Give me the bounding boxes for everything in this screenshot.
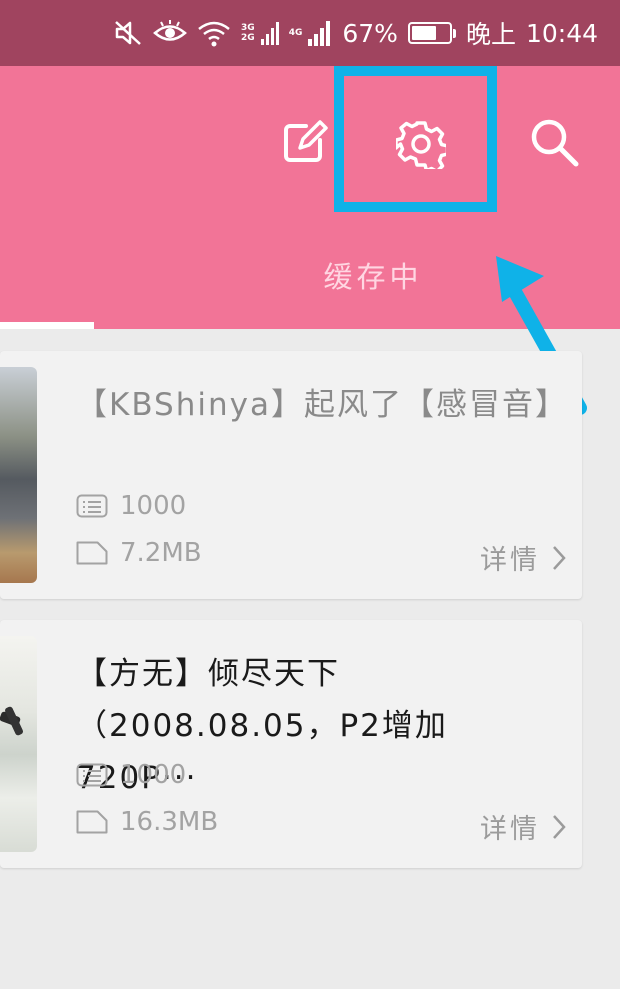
- video-thumbnail: [0, 367, 37, 583]
- item-size-row: 16.3MB: [76, 807, 218, 837]
- battery-percent: 67%: [342, 18, 398, 48]
- chevron-right-icon: [553, 814, 566, 839]
- mute-icon: [115, 21, 141, 45]
- file-icon: [76, 541, 108, 565]
- signal-3g-icon: [260, 22, 279, 45]
- search-icon: [531, 119, 579, 167]
- video-thumbnail: [0, 636, 37, 852]
- list-icon: [76, 763, 108, 787]
- status-bar: 3G 2G 4G 67% 晚上 10:44: [0, 0, 620, 66]
- detail-link[interactable]: 详情: [480, 538, 566, 577]
- list-item[interactable]: 【方无】倾尽天下（2008.08.05，P2增加720P··· 1000 16.…: [0, 620, 582, 868]
- list-icon: [76, 494, 108, 518]
- item-size-row: 7.2MB: [76, 538, 202, 568]
- item-size: 7.2MB: [120, 538, 202, 568]
- network-type: 3G 2G: [241, 23, 255, 43]
- battery-icon: [407, 22, 456, 44]
- clock: 10:44: [525, 18, 598, 48]
- status-icons: 3G 2G 4G 67% 晚上 10:44: [113, 0, 598, 66]
- detail-label: 详情: [480, 545, 540, 576]
- detail-label: 详情: [480, 814, 540, 845]
- item-count-row: 1000: [76, 491, 186, 521]
- item-count-row: 1000: [76, 760, 186, 790]
- edit-icon: [284, 120, 328, 162]
- tab-indicator: [0, 322, 94, 329]
- edit-button[interactable]: [272, 110, 336, 174]
- file-icon: [76, 810, 108, 834]
- chevron-right-icon: [553, 545, 566, 570]
- tab-caching[interactable]: 缓存中: [240, 254, 506, 296]
- list-item[interactable]: 【KBShinya】起风了【感冒音】 1000 7.2MB 详情: [0, 351, 582, 599]
- settings-highlight-box: [334, 66, 497, 212]
- detail-link[interactable]: 详情: [480, 807, 566, 846]
- search-button[interactable]: [522, 110, 586, 174]
- item-title: 【KBShinya】起风了【感冒音】: [76, 387, 568, 423]
- item-count: 1000: [120, 760, 187, 790]
- item-size: 16.3MB: [120, 807, 219, 837]
- am-pm-label: 晚上: [465, 20, 516, 49]
- signal-4g-icon: [308, 21, 331, 46]
- network-4g: 4G: [288, 28, 303, 38]
- wifi-icon: [198, 21, 230, 47]
- eye-icon: [153, 20, 187, 41]
- item-count: 1000: [120, 491, 187, 521]
